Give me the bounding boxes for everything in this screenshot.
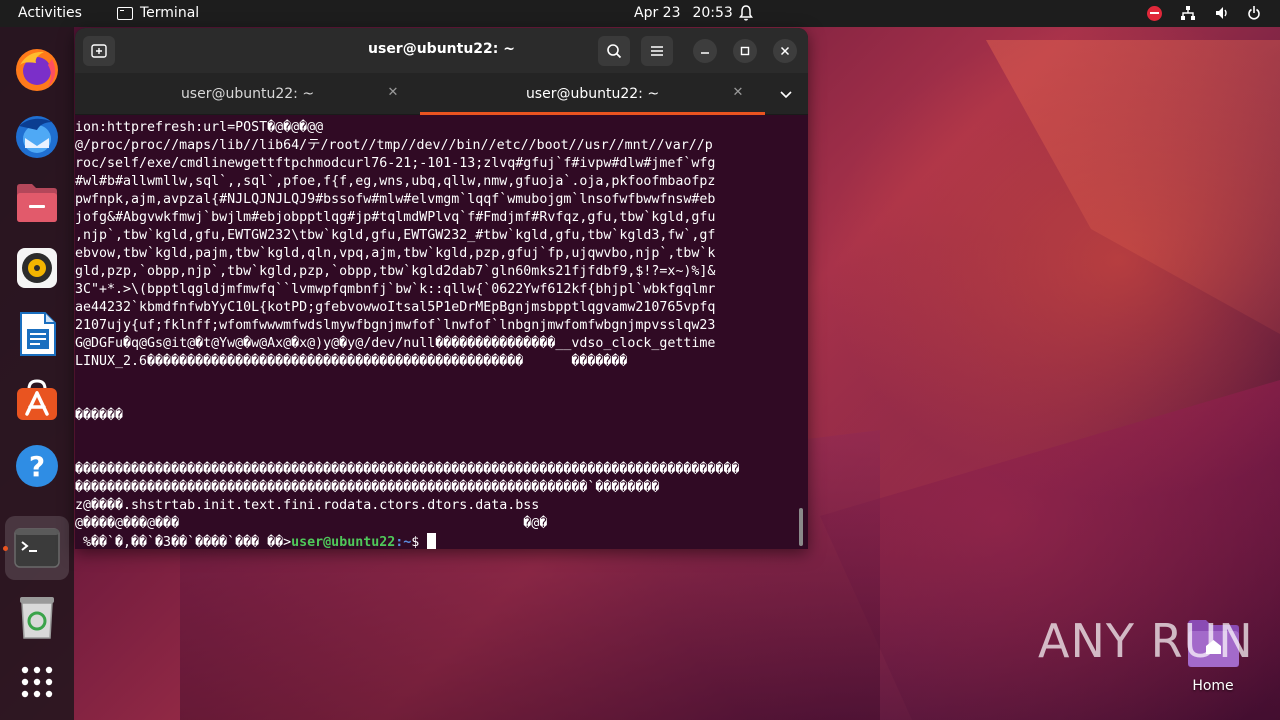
clock-time: 20:53 bbox=[692, 5, 733, 21]
terminal-window: user@ubuntu22: ~ user@ubuntu22: ~ ✕ user… bbox=[75, 28, 808, 549]
trash-icon[interactable] bbox=[12, 592, 62, 642]
terminal-line: ion:httprefresh:url=POST�@�@�@@ bbox=[75, 120, 324, 135]
app-menu[interactable]: Terminal bbox=[117, 5, 199, 21]
home-folder-label[interactable]: Home bbox=[1178, 678, 1248, 694]
terminal-app-icon bbox=[117, 6, 133, 20]
app-name: Terminal bbox=[140, 5, 200, 21]
terminal-line: roc/self/exe/cmdlinewgettftpchmodcurl76-… bbox=[75, 156, 716, 171]
tab-1[interactable]: user@ubuntu22: ~ ✕ bbox=[75, 73, 420, 115]
text-cursor bbox=[427, 533, 437, 549]
search-button[interactable] bbox=[598, 36, 630, 66]
terminal-line: ae44232`kbmdfnfwbYyC10L{kotPD;gfebvowwoI… bbox=[75, 300, 716, 315]
maximize-icon bbox=[740, 46, 750, 56]
terminal-line: z@����.shstrtab.init.text.fini.rodata.ct… bbox=[75, 498, 540, 513]
tab-label: user@ubuntu22: ~ bbox=[525, 86, 660, 102]
bell-icon bbox=[739, 5, 753, 21]
minimize-button[interactable] bbox=[693, 39, 717, 63]
terminal-line: pwfnpk,ajm,avpzal{#NJLQJNJLQJ9#bssofw#ml… bbox=[75, 192, 716, 207]
prompt-user: user@ubuntu22 bbox=[291, 535, 396, 549]
search-icon bbox=[607, 44, 622, 59]
power-icon bbox=[1248, 6, 1260, 20]
watermark-text: ANY RUN bbox=[1038, 614, 1254, 668]
terminal-line: ����������������������������������������… bbox=[75, 480, 660, 495]
do-not-disturb-icon bbox=[1147, 5, 1162, 21]
top-bar: Activities Terminal Apr 23 20:53 bbox=[0, 0, 1280, 27]
app-center-icon[interactable] bbox=[12, 375, 62, 425]
terminal-line: ����������������������������������������… bbox=[75, 462, 740, 477]
terminal-line: @����@���@��� �@� bbox=[75, 516, 548, 531]
clock-date: Apr 23 bbox=[634, 5, 681, 21]
terminal-icon[interactable] bbox=[12, 523, 62, 573]
scrollbar[interactable] bbox=[799, 508, 803, 546]
terminal-line: gld,pzp,`obpp,njp`,tbw`kgld,pzp,`obpp,tb… bbox=[75, 264, 716, 279]
tab-close-icon[interactable]: ✕ bbox=[386, 86, 400, 100]
window-header[interactable]: user@ubuntu22: ~ bbox=[75, 28, 808, 73]
terminal-line: LINUX_2.6�������������������������������… bbox=[75, 354, 628, 369]
volume-icon bbox=[1216, 7, 1227, 19]
tab-close-icon[interactable]: ✕ bbox=[731, 86, 745, 100]
dock: ? bbox=[0, 27, 74, 720]
prompt-prefix: %��`�,��`�3��`����`��� ��> bbox=[75, 535, 292, 549]
activities-button[interactable]: Activities bbox=[18, 5, 82, 21]
help-icon[interactable]: ? bbox=[12, 441, 62, 491]
maximize-button[interactable] bbox=[733, 39, 757, 63]
terminal-line: jofg&#Abgvwkfmwj`bwjlm#ebjobpptlqg#jp#tq… bbox=[75, 210, 716, 225]
prompt-path: :~ bbox=[395, 535, 412, 549]
terminal-line: ,njp`,tbw`kgld,gfu,EWTGW232\tbw`kgld,gfu… bbox=[75, 228, 716, 243]
prompt-symbol: $ bbox=[411, 535, 428, 549]
running-indicator bbox=[3, 546, 8, 551]
close-button[interactable] bbox=[773, 39, 797, 63]
terminal-line: 2107ujy{uf;fklnff;wfomfwwwmfwdslmywfbgnj… bbox=[75, 318, 716, 333]
terminal-line: G@DGFu�q@Gs@it@�t@Yw@�w@Ax@�x@)y@�y@/dev… bbox=[75, 336, 716, 351]
files-icon[interactable] bbox=[12, 177, 62, 227]
menu-button[interactable] bbox=[641, 36, 673, 66]
close-icon bbox=[780, 46, 790, 56]
minimize-icon bbox=[701, 52, 709, 54]
rhythmbox-icon[interactable] bbox=[12, 243, 62, 293]
tab-2[interactable]: user@ubuntu22: ~ ✕ bbox=[420, 73, 765, 115]
terminal-prompt-line: %��`�,��`�3��`����`��� ��>user@ubuntu22:… bbox=[75, 533, 808, 549]
terminal-line: ������ bbox=[75, 408, 124, 423]
network-icon bbox=[1181, 6, 1195, 20]
thunderbird-icon[interactable] bbox=[12, 111, 62, 161]
terminal-line: #wl#b#allwmllw,sql`,,sql`,pfoe,f{f,eg,wn… bbox=[75, 174, 716, 189]
watermark: ANY RUN bbox=[1038, 614, 1254, 668]
terminal-line: 3C"+*.>\(bpptlqgldjmfmwfq``lvmwpfqmbnfj`… bbox=[75, 282, 716, 297]
hamburger-icon bbox=[651, 46, 663, 56]
svg-text:?: ? bbox=[29, 450, 45, 483]
show-apps-icon[interactable] bbox=[12, 657, 62, 707]
clock[interactable]: Apr 23 20:53 bbox=[634, 5, 733, 21]
libreoffice-writer-icon[interactable] bbox=[12, 309, 62, 359]
tab-label: user@ubuntu22: ~ bbox=[180, 86, 315, 102]
terminal-output[interactable]: ion:httprefresh:url=POST�@�@�@@ @/proc/pr… bbox=[75, 116, 808, 549]
firefox-icon[interactable] bbox=[12, 45, 62, 95]
terminal-line: @/proc/proc//maps/lib//lib64/テ/root//tmp… bbox=[75, 138, 713, 153]
system-tray[interactable] bbox=[1147, 5, 1260, 21]
tab-list-chevron-icon[interactable] bbox=[777, 86, 795, 102]
tab-bar: user@ubuntu22: ~ ✕ user@ubuntu22: ~ ✕ bbox=[75, 73, 808, 115]
terminal-line: ebvow,tbw`kgld,pajm,tbw`kgld,qln,vpq,ajm… bbox=[75, 246, 716, 261]
